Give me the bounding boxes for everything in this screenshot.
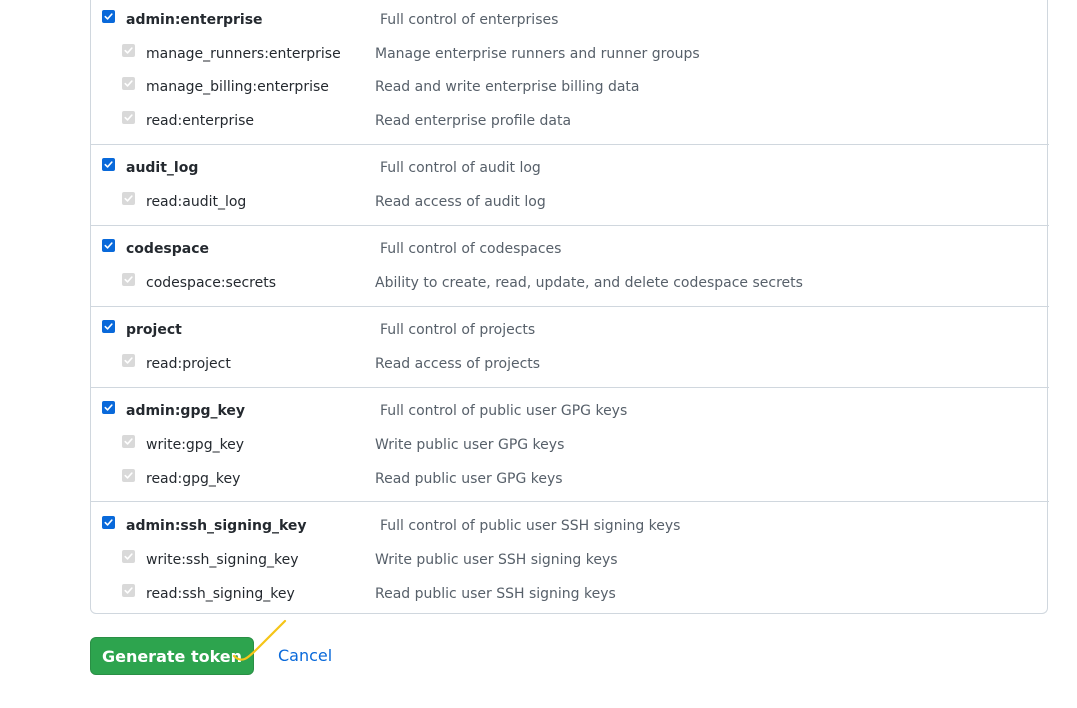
checkmark-icon: [124, 587, 133, 594]
checkbox-manage-runners-enterprise: [122, 44, 135, 57]
checkmark-icon: [104, 404, 113, 411]
checkmark-icon: [124, 47, 133, 54]
checkmark-icon: [124, 472, 133, 479]
scope-label-codespace: codespace: [126, 241, 210, 257]
scope-label-project: project: [126, 322, 182, 338]
scope-description: Read public user SSH signing keys: [375, 586, 616, 602]
checkbox-read-audit-log: [122, 192, 135, 205]
scope-label-read-ssh-signing-key: read:ssh_signing_key: [146, 586, 295, 602]
scope-label-codespace-secrets: codespace:secrets: [146, 275, 276, 291]
scope-label-read-project: read:project: [146, 356, 231, 372]
checkmark-icon: [124, 195, 133, 202]
scope-label-audit-log: audit_log: [126, 160, 199, 176]
checkmark-icon: [124, 438, 133, 445]
checkbox-codespace-secrets: [122, 273, 135, 286]
scope-label-write-ssh-signing-key: write:ssh_signing_key: [146, 552, 299, 568]
checkbox-read-ssh-signing-key: [122, 584, 135, 597]
scope-description: Read access of projects: [375, 356, 541, 372]
group-divider: [90, 387, 1049, 388]
checkbox-audit-log[interactable]: [102, 158, 115, 171]
checkmark-icon: [104, 323, 113, 330]
checkbox-manage-billing-enterprise: [122, 77, 135, 90]
scope-description: Write public user SSH signing keys: [375, 552, 618, 568]
scope-description: Full control of enterprises: [380, 12, 559, 28]
scope-description: Write public user GPG keys: [375, 437, 565, 453]
scope-description: Manage enterprise runners and runner gro…: [375, 46, 700, 62]
scope-description: Full control of codespaces: [380, 241, 562, 257]
cancel-link[interactable]: Cancel: [278, 646, 332, 666]
checkmark-icon: [104, 161, 113, 168]
checkbox-read-gpg-key: [122, 469, 135, 482]
scope-label-admin-enterprise: admin:enterprise: [126, 12, 263, 28]
checkbox-admin-gpg-key[interactable]: [102, 401, 115, 414]
scope-label-write-gpg-key: write:gpg_key: [146, 437, 245, 453]
group-divider: [90, 144, 1049, 145]
checkmark-icon: [124, 276, 133, 283]
scope-description: Read enterprise profile data: [375, 113, 572, 129]
scope-description: Read access of audit log: [375, 194, 546, 210]
checkmark-icon: [124, 80, 133, 87]
checkbox-admin-ssh-signing-key[interactable]: [102, 516, 115, 529]
scope-label-admin-ssh-signing-key: admin:ssh_signing_key: [126, 518, 307, 534]
checkbox-read-enterprise: [122, 111, 135, 124]
scope-description: Full control of public user GPG keys: [380, 403, 628, 419]
checkmark-icon: [104, 519, 113, 526]
scope-description: Full control of projects: [380, 322, 536, 338]
checkmark-icon: [124, 357, 133, 364]
scope-label-read-audit-log: read:audit_log: [146, 194, 247, 210]
group-divider: [90, 306, 1049, 307]
checkbox-codespace[interactable]: [102, 239, 115, 252]
scope-description: Read public user GPG keys: [375, 471, 563, 487]
checkmark-icon: [104, 13, 113, 20]
generate-token-button[interactable]: Generate token: [90, 637, 254, 675]
checkmark-icon: [124, 114, 133, 121]
checkbox-read-project: [122, 354, 135, 367]
scope-label-manage-billing-enterprise: manage_billing:enterprise: [146, 79, 329, 95]
checkbox-admin-enterprise[interactable]: [102, 10, 115, 23]
group-divider: [90, 501, 1049, 502]
group-divider: [90, 225, 1049, 226]
checkmark-icon: [104, 242, 113, 249]
checkbox-write-gpg-key: [122, 435, 135, 448]
scope-label-read-enterprise: read:enterprise: [146, 113, 255, 129]
checkmark-icon: [124, 553, 133, 560]
scope-description: Read and write enterprise billing data: [375, 79, 640, 95]
scope-label-read-gpg-key: read:gpg_key: [146, 471, 241, 487]
scope-label-admin-gpg-key: admin:gpg_key: [126, 403, 246, 419]
scope-label-manage-runners-enterprise: manage_runners:enterprise: [146, 46, 341, 62]
checkbox-project[interactable]: [102, 320, 115, 333]
scope-description: Full control of public user SSH signing …: [380, 518, 681, 534]
scope-description: Ability to create, read, update, and del…: [375, 275, 803, 291]
scope-description: Full control of audit log: [380, 160, 541, 176]
checkbox-write-ssh-signing-key: [122, 550, 135, 563]
